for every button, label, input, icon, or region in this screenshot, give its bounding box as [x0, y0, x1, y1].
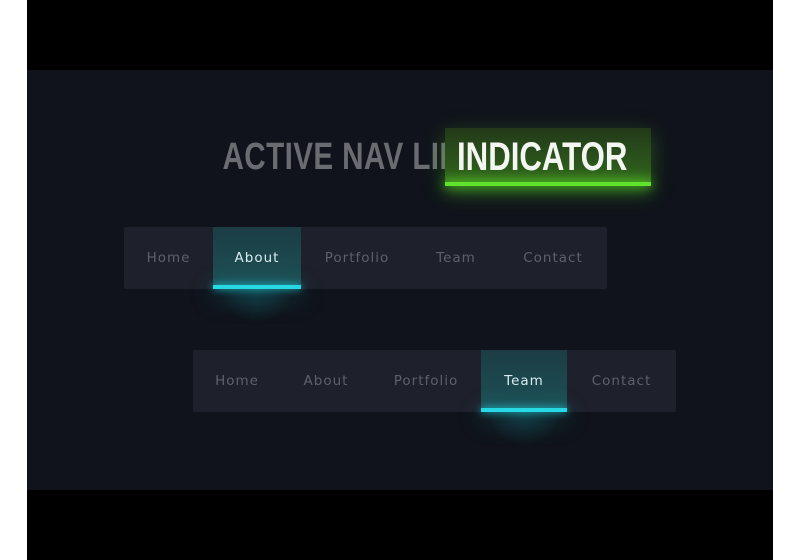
- nav-link-team[interactable]: Team: [413, 227, 499, 289]
- nav-link-contact[interactable]: Contact: [567, 350, 676, 412]
- nav-link-home[interactable]: Home: [193, 350, 281, 412]
- title-highlight-text: INDICATOR: [456, 134, 628, 179]
- demo-stage: ACTIVE NAV LINK INDICATOR Home About Por…: [27, 70, 773, 490]
- nav-link-portfolio[interactable]: Portfolio: [371, 350, 481, 412]
- nav-link-about[interactable]: About: [213, 227, 301, 323]
- nav-bar-about-active: Home About Portfolio Team Contact: [124, 227, 607, 323]
- nav-link-team[interactable]: Team: [481, 350, 567, 446]
- title-highlight-underline: [444, 182, 652, 186]
- nav-link-portfolio[interactable]: Portfolio: [301, 227, 413, 289]
- title-plain-text: ACTIVE NAV LINK: [222, 135, 483, 178]
- title-highlight-box: INDICATOR: [444, 128, 652, 186]
- nav-link-home[interactable]: Home: [124, 227, 213, 289]
- nav-link-about[interactable]: About: [281, 350, 371, 412]
- page-title: ACTIVE NAV LINK INDICATOR: [27, 126, 773, 188]
- nav-bar-team-active: Home About Portfolio Team Contact: [193, 350, 676, 446]
- video-frame: ACTIVE NAV LINK INDICATOR Home About Por…: [27, 0, 773, 560]
- nav-link-contact[interactable]: Contact: [499, 227, 607, 289]
